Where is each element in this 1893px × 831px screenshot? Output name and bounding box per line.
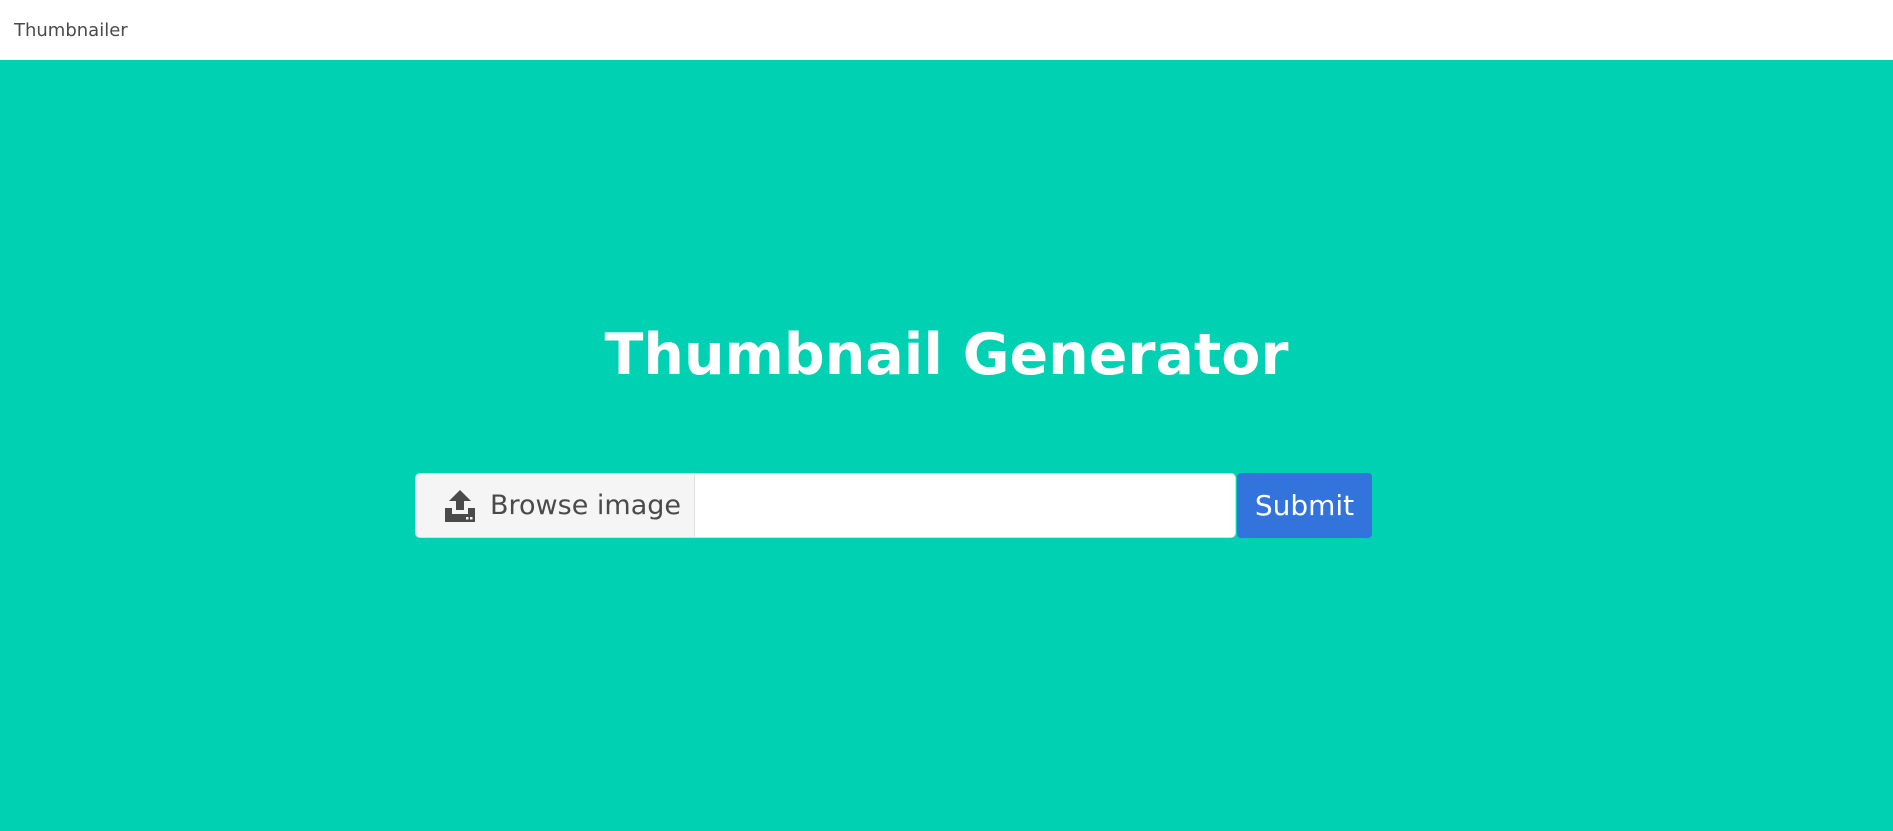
browse-image-button[interactable]: Browse image xyxy=(415,473,695,538)
navbar-brand-link[interactable]: Thumbnailer xyxy=(14,20,128,41)
page-title: Thumbnail Generator xyxy=(604,322,1289,388)
navbar: Thumbnailer xyxy=(0,0,1893,60)
hero-section xyxy=(0,60,1893,831)
upload-icon xyxy=(444,489,476,523)
browse-image-label: Browse image xyxy=(490,490,681,521)
upload-form: Browse image Submit xyxy=(415,473,1372,538)
submit-button[interactable]: Submit xyxy=(1237,473,1372,538)
file-name-field[interactable] xyxy=(695,473,1236,538)
